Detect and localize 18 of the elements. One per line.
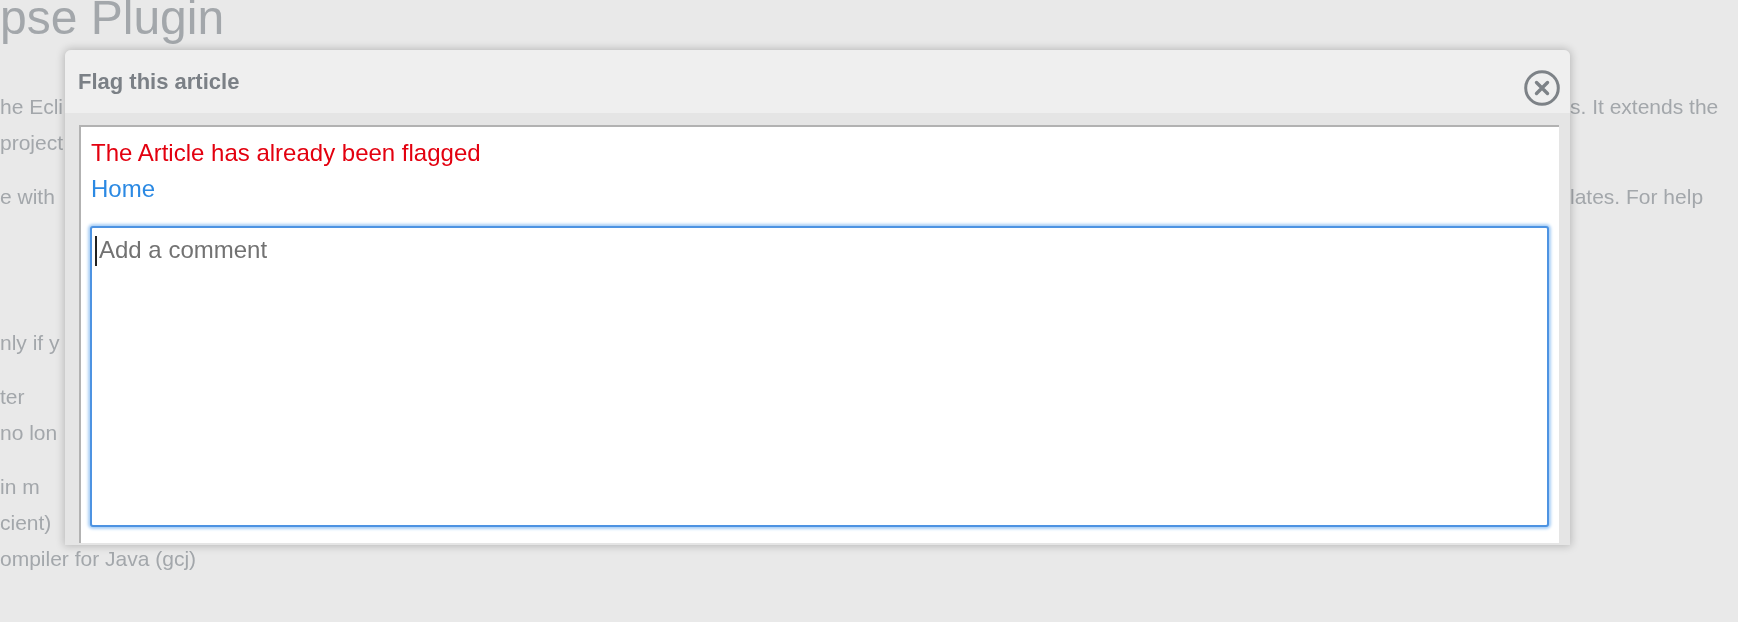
home-link[interactable]: Home	[90, 171, 156, 207]
page-text: project	[0, 130, 64, 156]
page-text: e with	[0, 184, 55, 210]
page-text: s. It extends the	[1570, 94, 1719, 120]
page-text: ter	[0, 384, 25, 410]
comment-field[interactable]: Add a comment	[90, 226, 1549, 527]
page-text: no lon	[0, 420, 58, 446]
close-icon	[1524, 70, 1560, 106]
text-cursor-icon	[95, 236, 97, 266]
page-text: ompiler for Java (gcj)	[0, 546, 197, 572]
page-text: cient)	[0, 510, 52, 536]
error-message: The Article has already been flagged	[90, 138, 481, 168]
page-text: lates. For help	[1570, 184, 1704, 210]
page-text: nly if y	[0, 330, 60, 356]
page-text: in m	[0, 474, 40, 500]
close-button[interactable]	[1524, 70, 1560, 106]
page-text: he Ecli	[0, 94, 64, 120]
dialog-title: Flag this article	[78, 68, 240, 96]
